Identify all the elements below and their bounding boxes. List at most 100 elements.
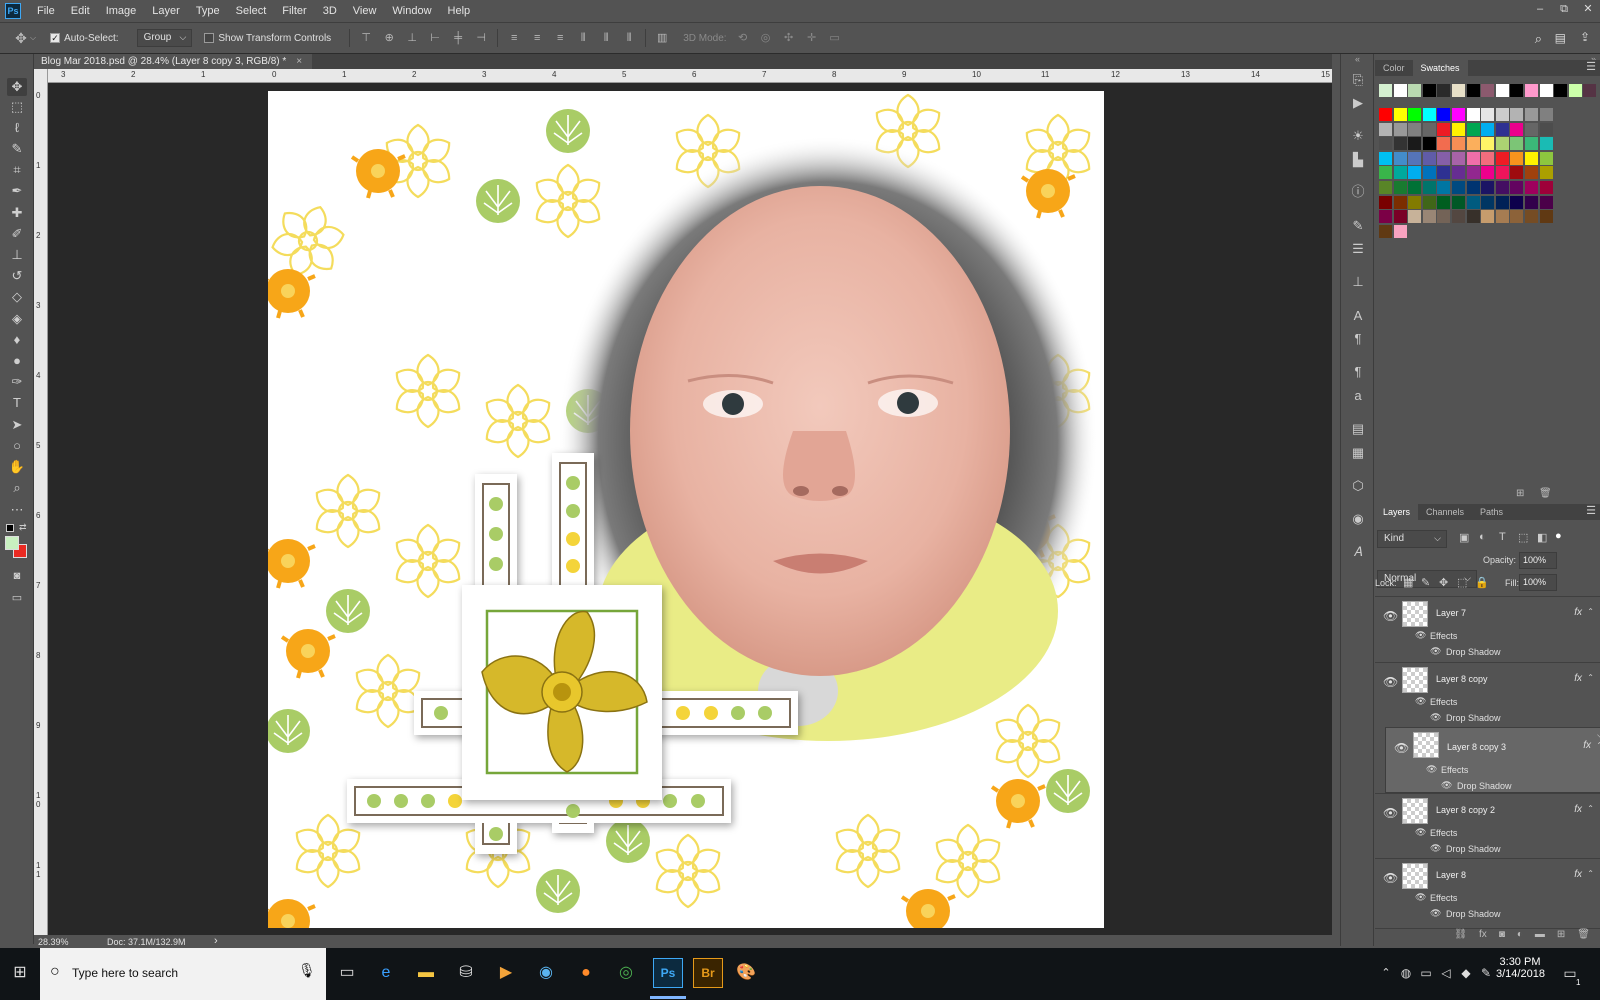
effect-visibility-icon[interactable]: 👁 (1430, 908, 1441, 919)
color-swatch[interactable] (1452, 108, 1465, 121)
menu-view[interactable]: View (345, 0, 385, 22)
delete-swatch-icon[interactable]: 🗑 (1539, 488, 1552, 499)
recent-swatch[interactable] (1568, 84, 1582, 97)
edge-icon[interactable]: e (374, 961, 398, 985)
3d-panel-icon[interactable]: ⬡ (1350, 478, 1366, 494)
color-swatch[interactable] (1393, 224, 1407, 238)
effects-visibility-icon[interactable]: 👁 (1415, 827, 1426, 838)
document-canvas[interactable] (268, 91, 1104, 928)
color-swatch[interactable] (1539, 166, 1553, 180)
distribute-top-icon[interactable]: ≡ (507, 31, 521, 45)
expand-effects-icon[interactable]: ⌃ (1587, 869, 1594, 878)
move-tool-icon[interactable]: ✥ (7, 78, 27, 96)
color-swatch[interactable] (1481, 166, 1495, 180)
photoshop-taskbar-icon[interactable]: Ps (653, 958, 683, 988)
color-swatch[interactable] (1408, 166, 1422, 180)
opacity-input[interactable]: 100% (1519, 552, 1557, 569)
align-top-icon[interactable]: ⊤ (359, 31, 373, 45)
show-transform-checkbox[interactable] (204, 33, 215, 43)
character-styles-panel-icon[interactable]: a (1350, 388, 1366, 404)
color-swatch[interactable] (1452, 195, 1465, 209)
minimize-button[interactable]: – (1528, 0, 1552, 22)
color-swatch[interactable] (1466, 108, 1480, 121)
color-swatch[interactable] (1466, 122, 1480, 136)
color-swatch[interactable] (1379, 224, 1392, 238)
actions-panel-icon[interactable]: ▶ (1350, 95, 1366, 111)
distribute-right-icon[interactable]: ⫴ (622, 31, 636, 45)
recent-swatch[interactable] (1379, 84, 1392, 97)
adjustments-panel-icon[interactable]: ☀ (1350, 128, 1366, 144)
color-swatch[interactable] (1525, 210, 1538, 224)
eyedropper-tool-icon[interactable]: ✒ (7, 182, 27, 200)
color-swatch[interactable] (1481, 137, 1495, 151)
color-swatch[interactable] (1379, 181, 1392, 194)
color-swatch[interactable] (1452, 166, 1465, 180)
color-swatch[interactable] (1510, 210, 1524, 224)
color-swatch[interactable] (1437, 181, 1451, 194)
layer-row[interactable]: 👁 Layer 8 copy 3 fx ⌃ 👁 Effects 👁 Drop Shadow (1385, 727, 1600, 793)
filter-toggle-icon[interactable]: ● (1555, 530, 1562, 542)
tab-swatches[interactable]: Swatches (1412, 60, 1468, 76)
color-swatch[interactable] (1393, 195, 1407, 209)
healing-brush-tool-icon[interactable]: ✚ (7, 204, 27, 222)
color-swatch[interactable] (1452, 181, 1465, 194)
lock-artboard-icon[interactable]: ⬚ (1457, 576, 1467, 589)
color-swatch[interactable] (1393, 137, 1407, 151)
screen-mode-icon[interactable]: ▭ (7, 589, 27, 607)
color-swatch[interactable] (1379, 166, 1392, 180)
recent-swatch[interactable] (1495, 84, 1509, 97)
color-swatch[interactable] (1393, 108, 1407, 121)
layer-row[interactable]: 👁 Layer 7 fx ⌃ 👁 Effects 👁 Drop Shadow (1375, 596, 1600, 662)
new-adjustment-icon[interactable]: ◐ (1517, 929, 1523, 946)
firefox-icon[interactable]: ● (574, 961, 598, 985)
color-swatch[interactable] (1495, 108, 1509, 121)
color-swatch[interactable] (1539, 210, 1553, 224)
color-swatch[interactable] (1393, 210, 1407, 224)
distribute-bottom-icon[interactable]: ≡ (553, 31, 567, 45)
color-swatch[interactable] (1393, 181, 1407, 194)
histogram-panel-icon[interactable]: ▙ (1350, 152, 1366, 168)
eraser-tool-icon[interactable]: ◇ (7, 288, 27, 306)
3d-slide-icon[interactable]: ✛ (805, 31, 819, 45)
color-swatch[interactable] (1510, 181, 1524, 194)
menu-window[interactable]: Window (384, 0, 439, 22)
color-swatch[interactable] (1539, 108, 1553, 121)
effects-visibility-icon[interactable]: 👁 (1415, 630, 1426, 641)
3d-drag-icon[interactable]: ✣ (782, 31, 796, 45)
align-right-icon[interactable]: ⊣ (474, 31, 488, 45)
link-layers-icon[interactable]: ⛓ (1454, 929, 1467, 946)
clock-date[interactable]: 3/14/2018 (1496, 968, 1545, 980)
color-swatch[interactable] (1379, 108, 1392, 121)
color-swatch[interactable] (1525, 166, 1538, 180)
task-view-icon[interactable]: ▭ (335, 961, 359, 985)
align-bottom-icon[interactable]: ⊥ (405, 31, 419, 45)
expand-effects-icon[interactable]: ⌃ (1587, 673, 1594, 682)
new-group-icon[interactable]: ▬ (1535, 929, 1545, 946)
color-swatch[interactable] (1481, 181, 1495, 194)
file-explorer-icon[interactable]: ▬ (414, 961, 438, 985)
color-swatch[interactable] (1422, 108, 1436, 121)
color-swatch[interactable] (1510, 151, 1524, 165)
menu-layer[interactable]: Layer (144, 0, 188, 22)
color-swatch[interactable] (1481, 151, 1495, 165)
move-tool-preset-icon[interactable]: ✥ (14, 31, 28, 45)
libraries-panel-icon[interactable]: ◉ (1350, 511, 1366, 527)
menu-help[interactable]: Help (440, 0, 479, 22)
color-swatch[interactable] (1393, 166, 1407, 180)
status-menu-arrow-icon[interactable]: › (214, 935, 218, 947)
swap-colors-icon[interactable]: ⇄ (19, 522, 27, 533)
pen-icon[interactable]: ✎ (1474, 961, 1498, 985)
kind-filter-dropdown[interactable]: Kind (1377, 530, 1447, 548)
color-swatch[interactable] (1437, 195, 1451, 209)
bridge-taskbar-icon[interactable]: Br (693, 958, 723, 988)
color-swatch[interactable] (1452, 122, 1465, 136)
properties-panel-icon[interactable]: ▤ (1350, 421, 1366, 437)
foreground-color-swatch[interactable] (5, 536, 19, 550)
app-icon[interactable]: ◉ (534, 961, 558, 985)
history-panel-icon[interactable]: ⎘ (1350, 72, 1366, 88)
color-swatch[interactable] (1393, 151, 1407, 165)
layer-fx-icon[interactable]: fx (1574, 673, 1582, 684)
visibility-eye-icon[interactable]: 👁 (1383, 675, 1398, 689)
auto-align-icon[interactable]: ▥ (655, 31, 669, 45)
color-swatch[interactable] (1422, 122, 1436, 136)
